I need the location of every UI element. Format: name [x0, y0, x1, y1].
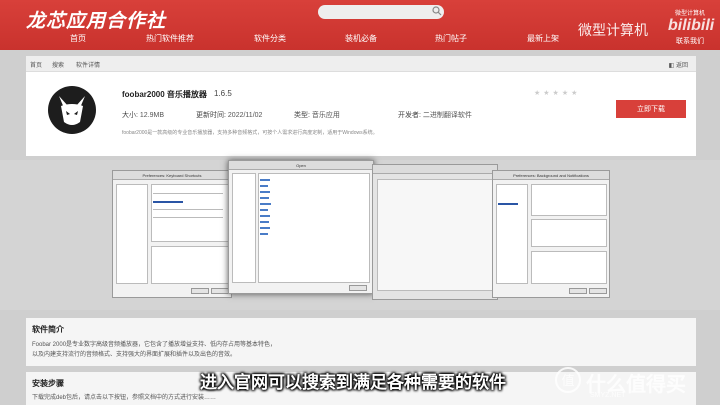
foobar-app-icon: [46, 84, 98, 136]
shot-file-item: [260, 185, 268, 187]
software-intro-section: 软件简介 Foobar 2000是专业数字高级音频播放器，它包含了播放增益支持、…: [26, 318, 696, 366]
site-logo[interactable]: 龙芯应用合作社: [26, 6, 166, 33]
shot-tree: [496, 184, 528, 284]
type-value: 音乐应用: [311, 112, 340, 119]
nav-categories[interactable]: 软件分类: [254, 33, 286, 44]
contact-link[interactable]: 联系我们: [676, 36, 704, 46]
app-type: 类型: 音乐应用: [294, 110, 340, 120]
shot-file-item: [260, 197, 269, 199]
shot-titlebar: [373, 165, 497, 174]
breadcrumb: 首页 搜索 软件详情 ◧ 返回: [26, 56, 696, 72]
shot-cancel-button: [589, 288, 607, 294]
nav-hot-software[interactable]: 热门软件推荐: [146, 33, 194, 44]
dev-label: 开发者:: [398, 112, 421, 119]
search-icon[interactable]: [432, 6, 442, 16]
shot-row: [153, 217, 223, 218]
shot-playlist: [377, 179, 493, 291]
shot-row: [153, 193, 223, 194]
breadcrumb-detail: 软件详情: [76, 63, 101, 69]
back-link[interactable]: ◧ 返回: [669, 60, 688, 69]
updated-value: 2022/11/02: [227, 112, 263, 119]
app-updated: 更新时间: 2022/11/02: [196, 110, 262, 120]
shot-selected-row: [153, 201, 183, 203]
site-header: 龙芯应用合作社 首页 热门软件推荐 软件分类 装机必备 热门帖子 最新上架 微型…: [0, 0, 720, 50]
breadcrumb-search[interactable]: 搜索: [52, 60, 64, 69]
app-detail-panel: 首页 搜索 软件详情 ◧ 返回 foobar2000 音乐播放器 1.6.5 ★…: [26, 56, 696, 156]
shot-files: [258, 173, 370, 283]
rating-stars: ★★★★★: [534, 90, 581, 97]
bilibili-logo: 微型计算机 bilibili: [668, 8, 715, 35]
nav-essentials[interactable]: 装机必备: [345, 33, 377, 44]
steps-text: 下载完成deb包后，请点击以下按钮，参照文档中的方式进行安装……: [32, 395, 217, 401]
smzdm-watermark: 值 什么值得买 SMYZ.NET: [550, 362, 715, 402]
back-arrow-icon: ◧: [668, 63, 675, 69]
shot-title: Preferences: Keyboard Shortcuts: [113, 171, 231, 180]
screenshot-main-window[interactable]: [372, 164, 498, 300]
shot-file-item: [260, 191, 270, 193]
app-version: 1.6.5: [214, 89, 232, 98]
updated-label: 更新时间:: [196, 112, 226, 119]
search-input[interactable]: [318, 5, 444, 19]
shot-file-item: [260, 203, 271, 205]
shot-group: [531, 219, 607, 247]
app-title: foobar2000 音乐播放器: [122, 90, 207, 99]
back-label: 返回: [675, 63, 688, 69]
app-short-desc: foobar2000是一款高级的专业音乐播放器，支持多种音频格式，可按个人需求进…: [122, 130, 378, 136]
shot-title: Preferences: Background and Notification…: [493, 171, 609, 180]
channel-watermark: 微型计算机: [578, 22, 648, 38]
shot-open-button: [349, 285, 367, 291]
dev-value: 二进制翻译软件: [422, 112, 472, 119]
smzdm-logo-icon: 值: [555, 367, 581, 393]
shot-file-item: [260, 227, 270, 229]
download-button[interactable]: 立即下载: [616, 100, 686, 118]
size-label: 大小:: [122, 112, 138, 119]
screenshot-background-notifications[interactable]: Preferences: Background and Notification…: [492, 170, 610, 298]
shot-cancel-button: [211, 288, 229, 294]
screenshot-keyboard-shortcuts[interactable]: Preferences: Keyboard Shortcuts: [112, 170, 232, 298]
intro-line-1: Foobar 2000是专业数字高级音频播放器，它包含了播放增益支持、低内存占用…: [32, 342, 277, 348]
intro-line-2: 以及内建支持流行的音频格式、支持强大的界面扩展和插件以及出色的音效。: [32, 352, 237, 358]
video-subtitle: 进入官网可以搜索到满足各种需要的软件: [200, 373, 506, 392]
shot-row: [153, 209, 223, 210]
shot-tree: [116, 184, 148, 284]
shot-file-item: [260, 215, 270, 217]
shot-file-item: [260, 179, 270, 181]
nav-hot-posts[interactable]: 热门帖子: [435, 33, 467, 44]
size-value: 12.9MB: [139, 112, 165, 119]
shot-group: [531, 251, 607, 284]
nav-newest[interactable]: 最新上架: [527, 33, 559, 44]
shot-group: [531, 184, 607, 216]
shot-file-item: [260, 209, 268, 211]
shot-ok-button: [191, 288, 209, 294]
shot-settings: [151, 246, 229, 284]
steps-title: 安装步骤: [32, 379, 64, 388]
shot-folders: [232, 173, 256, 283]
watermark-sub: SMYZ.NET: [590, 392, 626, 399]
shot-file-item: [260, 233, 268, 235]
nav-home[interactable]: 首页: [70, 33, 86, 44]
shot-ok-button: [569, 288, 587, 294]
app-size: 大小: 12.9MB: [122, 110, 164, 120]
screenshot-gallery[interactable]: Preferences: Keyboard Shortcuts Open Pre…: [0, 160, 720, 310]
type-label: 类型:: [294, 112, 310, 119]
breadcrumb-home[interactable]: 首页: [30, 60, 42, 69]
screenshot-open-dialog[interactable]: Open: [228, 160, 374, 294]
shot-selected-node: [498, 203, 518, 205]
bili-brand: bilibili: [668, 17, 715, 34]
intro-title: 软件简介: [32, 325, 64, 334]
app-developer: 开发者: 二进制翻译软件: [398, 110, 472, 120]
shot-title: Open: [229, 161, 373, 170]
svg-text:值: 值: [561, 373, 574, 389]
shot-file-item: [260, 221, 269, 223]
